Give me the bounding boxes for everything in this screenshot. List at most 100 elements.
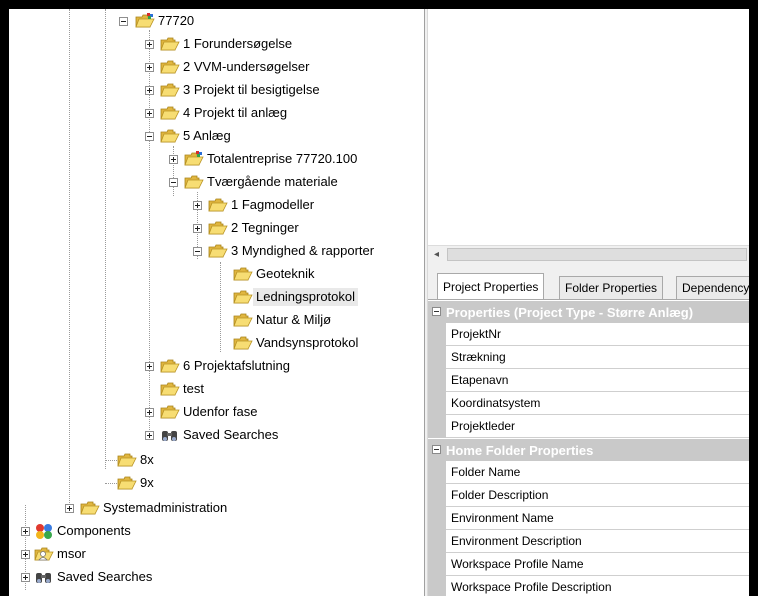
tree-node-tegninger[interactable]: 2 Tegninger xyxy=(192,217,302,239)
category-project-properties[interactable]: Properties (Project Type - Større Anlæg) xyxy=(428,301,749,323)
horizontal-scrollbar[interactable]: ◂ xyxy=(428,245,749,264)
tree-node-myndighed[interactable]: 3 Myndighed & rapporter xyxy=(192,240,377,262)
scrollbar-thumb[interactable] xyxy=(447,248,747,261)
tree-node-besigtigelse[interactable]: 3 Projekt til besigtigelse xyxy=(144,79,323,101)
property-grid: Properties (Project Type - Større Anlæg)… xyxy=(428,300,749,596)
property-row[interactable]: Environment Name xyxy=(428,507,749,530)
tree-node-projekt-til-anlaeg[interactable]: 4 Projekt til anlæg xyxy=(144,102,290,124)
tree-node-projektafslutning[interactable]: 6 Projektafslutning xyxy=(144,355,293,377)
tree-node-udenfor-fase[interactable]: Udenfor fase xyxy=(144,401,260,423)
tree-node-msor[interactable]: msor xyxy=(20,543,89,565)
collapse-toggle[interactable] xyxy=(119,17,128,26)
property-name: Strækning xyxy=(446,346,749,369)
tree-node-77720[interactable]: 77720 xyxy=(119,10,197,32)
folder-icon xyxy=(160,105,180,121)
tab-folder-properties[interactable]: Folder Properties xyxy=(559,276,664,299)
tree-line xyxy=(69,9,70,509)
tree-node-label: 5 Anlæg xyxy=(183,128,231,143)
tree-node-label: 2 VVM-undersøgelser xyxy=(183,59,310,74)
property-row[interactable]: Environment Description xyxy=(428,530,749,553)
folder-icon xyxy=(208,243,228,259)
tree-node-natur-miljo[interactable]: Natur & Miljø xyxy=(221,309,334,331)
tree-node-label: Vandsynsprotokol xyxy=(256,335,359,350)
user-folder-icon xyxy=(34,546,54,562)
property-name: ProjektNr xyxy=(446,323,749,346)
tree-node-tvaergaaende[interactable]: Tværgående materiale xyxy=(168,171,341,193)
folder-icon xyxy=(208,197,228,213)
property-row[interactable]: Koordinatsystem xyxy=(428,392,749,415)
tree-node-9x[interactable]: 9x xyxy=(105,472,157,494)
expand-toggle[interactable] xyxy=(145,362,154,371)
tab-dependency[interactable]: Dependency xyxy=(676,276,749,299)
expand-toggle[interactable] xyxy=(21,550,30,559)
tree-node-vandsynsprotokol[interactable]: Vandsynsprotokol xyxy=(221,332,361,354)
tree-node-anlaeg[interactable]: 5 Anlæg xyxy=(144,125,234,147)
folder-tree[interactable]: 77720 1 Forundersøgelse 2 VVM-undersøgel… xyxy=(9,9,424,596)
window: 77720 1 Forundersøgelse 2 VVM-undersøgel… xyxy=(0,0,758,596)
tree-node-forundersogelse[interactable]: 1 Forundersøgelse xyxy=(144,33,295,55)
folder-icon xyxy=(160,381,180,397)
expand-toggle[interactable] xyxy=(145,86,154,95)
property-row[interactable]: Folder Description xyxy=(428,484,749,507)
tab-project-properties[interactable]: Project Properties xyxy=(437,273,545,299)
scroll-left-icon[interactable]: ◂ xyxy=(428,246,445,264)
expand-toggle[interactable] xyxy=(21,527,30,536)
tree-node-label: 3 Myndighed & rapporter xyxy=(231,243,375,258)
property-name: Etapenavn xyxy=(446,369,749,392)
tree-node-label: Udenfor fase xyxy=(183,404,258,419)
expand-toggle[interactable] xyxy=(145,63,154,72)
property-row[interactable]: Projektleder xyxy=(428,415,749,438)
folder-icon xyxy=(208,220,228,236)
expand-toggle[interactable] xyxy=(65,504,74,513)
folder-icon xyxy=(117,475,137,491)
property-name: Workspace Profile Description xyxy=(446,576,749,596)
expand-toggle[interactable] xyxy=(169,155,178,164)
tree-node-saved-searches-root[interactable]: Saved Searches xyxy=(20,566,155,588)
tree-node-saved-searches-project[interactable]: Saved Searches xyxy=(144,424,281,446)
property-row[interactable]: Workspace Profile Name xyxy=(428,553,749,576)
tree-node-components[interactable]: Components xyxy=(20,520,134,542)
binoculars-icon xyxy=(160,427,180,443)
property-row[interactable]: Folder Name xyxy=(428,461,749,484)
expand-toggle[interactable] xyxy=(21,573,30,582)
collapse-toggle[interactable] xyxy=(432,307,441,316)
property-row[interactable]: Strækning xyxy=(428,346,749,369)
tree-node-8x[interactable]: 8x xyxy=(105,449,157,471)
folder-icon xyxy=(160,404,180,420)
tree-node-label: Ledningsprotokol xyxy=(253,288,359,306)
property-row[interactable]: Workspace Profile Description xyxy=(428,576,749,596)
folder-icon xyxy=(233,335,253,351)
tree-node-systemadministration[interactable]: Systemadministration xyxy=(64,497,230,519)
property-name: Workspace Profile Name xyxy=(446,553,749,576)
pane-divider[interactable] xyxy=(428,264,749,272)
expand-toggle[interactable] xyxy=(193,224,202,233)
binoculars-icon xyxy=(34,569,54,585)
property-row[interactable]: Etapenavn xyxy=(428,369,749,392)
expand-toggle[interactable] xyxy=(145,408,154,417)
tree-node-ledningsprotokol[interactable]: Ledningsprotokol xyxy=(221,286,359,308)
folder-icon xyxy=(160,59,180,75)
tree-node-label: 77720 xyxy=(158,13,195,28)
collapse-toggle[interactable] xyxy=(145,132,154,141)
expand-toggle[interactable] xyxy=(145,40,154,49)
folder-icon xyxy=(160,358,180,374)
tree-node-totalentreprise[interactable]: Totalentreprise 77720.100 xyxy=(168,148,360,170)
collapse-toggle[interactable] xyxy=(193,247,202,256)
category-title: Home Folder Properties xyxy=(446,442,594,458)
tree-node-label: 1 Forundersøgelse xyxy=(183,36,293,51)
tree-node-label: Systemadministration xyxy=(103,500,228,515)
tree-node-fagmodeller[interactable]: 1 Fagmodeller xyxy=(192,194,317,216)
tree-node-geoteknik[interactable]: Geoteknik xyxy=(221,263,318,285)
property-row[interactable]: ProjektNr xyxy=(428,323,749,346)
collapse-toggle[interactable] xyxy=(432,445,441,454)
category-home-folder-properties[interactable]: Home Folder Properties xyxy=(428,439,749,461)
properties-tabbar: Project Properties Folder Properties Dep… xyxy=(428,272,749,300)
expand-toggle[interactable] xyxy=(145,109,154,118)
document-list-pane[interactable] xyxy=(428,9,749,245)
expand-toggle[interactable] xyxy=(193,201,202,210)
folder-icon xyxy=(233,289,253,305)
tree-node-test[interactable]: test xyxy=(144,378,207,400)
expand-toggle[interactable] xyxy=(145,431,154,440)
collapse-toggle[interactable] xyxy=(169,178,178,187)
tree-node-vvm[interactable]: 2 VVM-undersøgelser xyxy=(144,56,312,78)
